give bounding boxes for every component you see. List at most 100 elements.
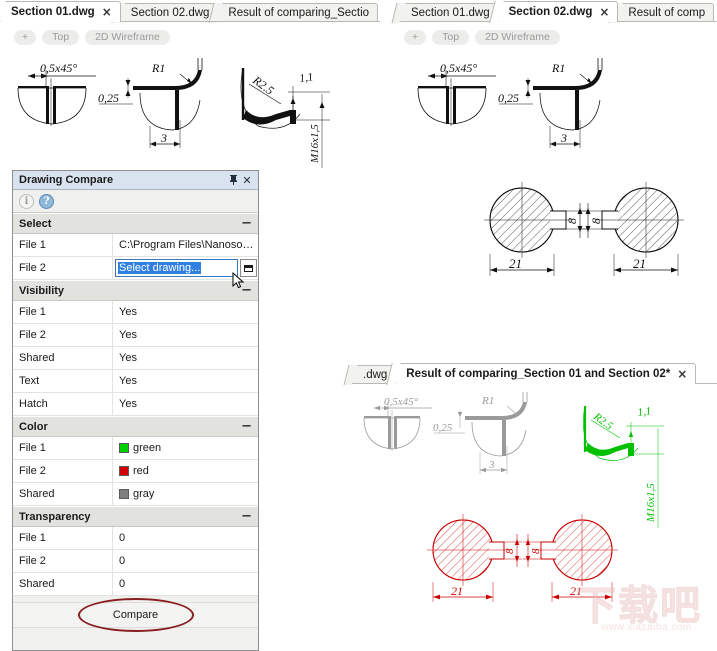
viewport-visualstyle-button[interactable]: 2D Wireframe [85, 29, 170, 45]
property-row[interactable]: File 1 C:\Program Files\Nanoso… [13, 234, 258, 257]
tab-result-of-comparing-section-01-and-section-02[interactable]: Result of comparing_Section 01 and Secti… [386, 363, 697, 385]
color-name: gray [133, 488, 155, 500]
property-value-text: 0 [119, 578, 126, 590]
tab-label: .dwg [363, 369, 388, 381]
viewport-add-button[interactable]: + [14, 29, 37, 45]
tab-result-of-comp[interactable]: Result of comp [608, 3, 715, 23]
property-value[interactable]: C:\Program Files\Nanoso… [113, 234, 258, 256]
property-label: File 1 [13, 527, 113, 549]
tab-label: Result of comp [628, 7, 706, 19]
property-row[interactable]: File 1 0 [13, 527, 258, 550]
tab-slant [343, 365, 358, 385]
property-row[interactable]: File 1 green [13, 437, 258, 460]
dim-label: M16x1,5 [309, 124, 321, 164]
color-name: green [133, 442, 162, 454]
property-row[interactable]: Shared 0 [13, 573, 258, 596]
dim-label: 1,1 [299, 71, 314, 85]
tab-close-icon[interactable]: × [677, 368, 687, 380]
info-icon[interactable]: i [19, 193, 34, 209]
left-drawing-canvas[interactable]: 0,5x45° 0,25 R1 3 R2.5 1,1 M16x1,5 [0, 48, 380, 168]
property-row[interactable]: Shared Yes [13, 347, 258, 370]
property-value[interactable]: Yes [113, 393, 258, 415]
group-header-color[interactable]: Color − [13, 416, 258, 437]
property-row[interactable]: File 2 Yes [13, 324, 258, 347]
result-drawing-canvas[interactable]: 0,5x45° 0,25 R1 3 R2.5 1,1 M16x1,5 21 8 … [352, 388, 717, 628]
property-value[interactable]: 0 [113, 550, 258, 572]
property-value[interactable]: 0 [113, 527, 258, 549]
group-title: Color [19, 420, 48, 433]
property-value[interactable]: Yes [113, 324, 258, 346]
property-label: Hatch [13, 393, 113, 415]
tab-slant [0, 1, 6, 23]
property-value[interactable]: gray [113, 483, 258, 505]
group-header-visibility[interactable]: Visibility − [13, 280, 258, 301]
viewport-add-button[interactable]: + [404, 29, 427, 45]
tab-close-icon[interactable]: × [102, 6, 112, 18]
collapse-icon[interactable]: − [241, 284, 252, 297]
property-value-text: Yes [119, 352, 137, 364]
property-value-text: C:\Program Files\Nanoso… [119, 239, 254, 251]
property-row[interactable]: Hatch Yes [13, 393, 258, 416]
right-drawing-canvas[interactable]: 0,5x45° 0,25 R1 3 21 8 21 8 [400, 48, 717, 348]
collapse-icon[interactable]: − [241, 420, 252, 433]
dim-label: 21 [509, 256, 522, 271]
property-row[interactable]: File 1 Yes [13, 301, 258, 324]
pin-icon[interactable] [226, 173, 240, 187]
group-title: Select [19, 217, 52, 230]
collapse-icon[interactable]: − [241, 217, 252, 230]
tab-close-icon[interactable]: × [599, 6, 609, 18]
tab-section-01-dwg[interactable]: Section 01.dwg × [0, 1, 121, 23]
close-icon[interactable]: ✕ [240, 173, 254, 187]
group-title: Visibility [19, 284, 65, 297]
right-tabstrip: Section 01.dwg Section 02.dwg × Result of c… [391, 0, 717, 23]
panel-toolbar: i ? [13, 190, 258, 213]
property-value[interactable]: Yes [113, 301, 258, 323]
collapse-icon[interactable]: − [241, 510, 252, 523]
viewport-visualstyle-button[interactable]: 2D Wireframe [475, 29, 560, 45]
property-value-text: 0 [119, 532, 126, 544]
dim-label: 0,25 [98, 91, 119, 105]
property-label: File 1 [13, 301, 113, 323]
file2-input[interactable]: Select drawing... [115, 259, 238, 277]
group-header-select[interactable]: Select − [13, 213, 258, 234]
property-value[interactable]: green [113, 437, 258, 459]
group-header-transparency[interactable]: Transparency − [13, 506, 258, 527]
tab-section-01-dwg[interactable]: Section 01.dwg [391, 3, 499, 23]
property-value[interactable]: red [113, 460, 258, 482]
property-row[interactable]: File 2 Select drawing... [13, 257, 258, 280]
property-value[interactable]: Select drawing... [113, 257, 258, 279]
help-icon[interactable]: ? [39, 193, 54, 209]
tab-section-02-dwg[interactable]: Section 02.dwg [111, 3, 219, 23]
property-label: File 2 [13, 550, 113, 572]
tab-label: Result of comparing_Section 01 and Secti… [406, 368, 671, 380]
tab-label: Section 02.dwg [508, 6, 593, 18]
viewport-view-button[interactable]: Top [432, 29, 470, 45]
property-label: File 2 [13, 257, 113, 279]
panel-footer: Compare [13, 596, 258, 632]
property-row[interactable]: Text Yes [13, 370, 258, 393]
dim-label: 3 [160, 131, 167, 145]
drawing-compare-panel: Drawing Compare ✕ i ? Select − File 1 C:\Pr… [12, 170, 259, 651]
browse-folder-icon [244, 264, 253, 272]
tab-result-of-comparing-sectio[interactable]: Result of comparing_Sectio [208, 3, 379, 23]
tab-section-02-dwg[interactable]: Section 02.dwg × [488, 1, 619, 23]
property-value-text: Yes [119, 306, 137, 318]
dim-label: R2.5 [590, 410, 615, 433]
viewport-view-button[interactable]: Top [42, 29, 80, 45]
compare-button[interactable]: Compare [13, 598, 258, 632]
property-row[interactable]: Shared gray [13, 483, 258, 506]
dim-label: M16x1,5 [645, 483, 657, 523]
property-row[interactable]: File 2 red [13, 460, 258, 483]
dim-label: R2.5 [249, 73, 276, 98]
left-viewbar: + Top 2D Wireframe [14, 28, 170, 46]
color-swatch [119, 466, 129, 476]
property-value[interactable]: Yes [113, 347, 258, 369]
property-label: Shared [13, 347, 113, 369]
property-value[interactable]: 0 [113, 573, 258, 595]
property-value[interactable]: Yes [113, 370, 258, 392]
browse-button[interactable] [240, 259, 257, 277]
tab-label: Result of comparing_Sectio [228, 7, 370, 19]
left-tabstrip: Section 01.dwg × Section 02.dwg Result of c… [0, 0, 380, 23]
dim-label: 0,25 [433, 422, 453, 434]
property-row[interactable]: File 2 0 [13, 550, 258, 573]
